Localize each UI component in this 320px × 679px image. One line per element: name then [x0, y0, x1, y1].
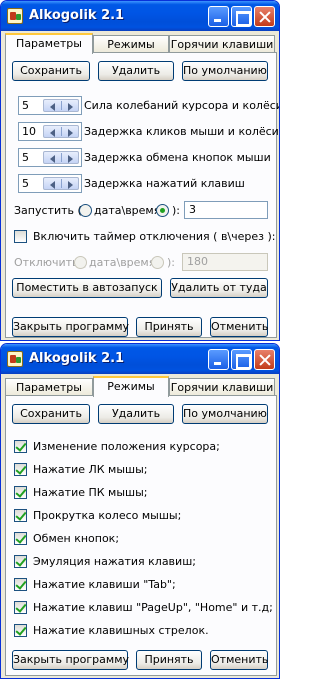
close-program-button[interactable]: Закрыть программу — [12, 317, 129, 337]
mode-label: Прокрутка колесо мышы; — [33, 509, 182, 522]
mode-checkbox-wheel[interactable] — [14, 509, 27, 522]
save-button[interactable]: Сохранить — [12, 404, 90, 424]
apply-button[interactable]: Принять — [136, 650, 202, 670]
spinner-label: Задержка обмена кнопок мыши — [84, 151, 271, 164]
mode-checkbox-cursor[interactable] — [14, 440, 27, 453]
window-title: Alkogolik 2.1 — [29, 351, 125, 366]
launch-after-radio[interactable] — [156, 204, 169, 217]
mode-label: Нажатие ПК мышы; — [33, 486, 148, 499]
arrow-right-icon[interactable] — [68, 181, 73, 189]
launch-datetime-label: дата\время — [94, 204, 161, 217]
launch-label: Запустить ( — [14, 204, 82, 217]
close-button[interactable] — [254, 6, 275, 27]
delete-button[interactable]: Удалить — [98, 61, 174, 81]
arrow-right-icon[interactable] — [68, 129, 73, 137]
default-button[interactable]: По умолчанию — [182, 404, 268, 424]
timer-label: Включить таймер отключения ( в\через ): — [33, 230, 276, 243]
arrow-right-icon[interactable] — [68, 155, 73, 163]
autostart-add-button[interactable]: Поместить в автозапуск — [12, 278, 162, 298]
mode-label: Нажатие ЛК мышы; — [33, 463, 148, 476]
parameters-panel: Сохранить Удалить По умолчанию 5 Сила ко… — [5, 52, 280, 338]
mode-checkbox-key-emulation[interactable] — [14, 555, 27, 568]
mode-checkbox-arrows[interactable] — [14, 624, 27, 637]
mode-label: Эмуляция нажатия клавиш; — [33, 555, 196, 568]
arrow-left-icon[interactable] — [50, 155, 55, 163]
tab-parameters[interactable]: Параметры — [5, 33, 93, 54]
disable-datetime-radio[interactable] — [74, 256, 87, 269]
main-window-parameters: Alkogolik 2.1 Параметры Режимы Горячии к… — [0, 0, 280, 341]
title-bar[interactable]: Alkogolik 2.1 — [1, 1, 279, 31]
disable-input[interactable]: 180 — [182, 253, 268, 271]
disable-datetime-label: дата\время — [89, 256, 156, 269]
tab-bar: Параметры Режимы Горячии клавиши — [5, 376, 277, 397]
minimize-button[interactable] — [208, 6, 229, 27]
apply-button[interactable]: Принять — [136, 317, 202, 337]
spinner-label: Задержка нажатий клавиш — [84, 177, 245, 190]
delete-button[interactable]: Удалить — [98, 404, 174, 424]
tab-modes[interactable]: Режимы — [93, 376, 169, 397]
mode-label: Нажатие клавиши "Tab"; — [33, 578, 176, 591]
spinner-label: Сила колебаний курсора и колёсика — [84, 99, 280, 112]
default-button[interactable]: По умолчанию — [182, 61, 268, 81]
spinner-cursor-strength[interactable]: 5 — [18, 96, 82, 115]
mode-label: Нажатие клавиш "PageUp", "Home" и т.д; — [33, 601, 273, 614]
window-title: Alkogolik 2.1 — [29, 8, 125, 23]
maximize-button[interactable] — [231, 6, 252, 27]
spinner-click-delay[interactable]: 10 — [18, 122, 82, 141]
arrow-left-icon[interactable] — [50, 103, 55, 111]
spinner-value: 10 — [22, 125, 36, 138]
spinner-arrows[interactable] — [43, 99, 79, 112]
save-button[interactable]: Сохранить — [12, 61, 90, 81]
timer-checkbox[interactable] — [14, 230, 27, 243]
close-program-button[interactable]: Закрыть программу — [12, 650, 129, 670]
arrow-left-icon[interactable] — [50, 129, 55, 137]
spinner-key-delay[interactable]: 5 — [18, 174, 82, 193]
app-icon — [7, 8, 23, 24]
tab-parameters[interactable]: Параметры — [5, 378, 93, 396]
tab-hotkeys[interactable]: Горячии клавиши — [169, 35, 275, 53]
minimize-button[interactable] — [208, 349, 229, 370]
spinner-arrows[interactable] — [43, 125, 79, 138]
autostart-remove-button[interactable]: Удалить от туда — [170, 278, 268, 298]
spinner-swap-delay[interactable]: 5 — [18, 148, 82, 167]
spinner-value: 5 — [22, 177, 29, 190]
arrow-right-icon[interactable] — [68, 103, 73, 111]
spinner-arrows[interactable] — [43, 177, 79, 190]
mode-checkbox-right-click[interactable] — [14, 486, 27, 499]
launch-suffix: ): — [172, 204, 180, 217]
spinner-arrows[interactable] — [43, 151, 79, 164]
mode-label: Обмен кнопок; — [33, 532, 120, 545]
maximize-button[interactable] — [231, 349, 252, 370]
mode-checkbox-swap-buttons[interactable] — [14, 532, 27, 545]
main-window-modes: Alkogolik 2.1 Параметры Режимы Горячии к… — [0, 343, 280, 679]
title-bar[interactable]: Alkogolik 2.1 — [1, 344, 279, 374]
tab-bar: Параметры Режимы Горячии клавиши — [5, 33, 277, 54]
close-button[interactable] — [254, 349, 275, 370]
spinner-value: 5 — [22, 99, 29, 112]
mode-checkbox-pageup-home[interactable] — [14, 601, 27, 614]
tab-hotkeys[interactable]: Горячии клавиши — [169, 378, 275, 396]
cancel-button[interactable]: Отменить — [210, 650, 268, 670]
tab-modes[interactable]: Режимы — [93, 35, 169, 53]
launch-input[interactable]: 3 — [184, 201, 268, 219]
app-icon — [7, 351, 23, 367]
spinner-value: 5 — [22, 151, 29, 164]
mode-label: Изменение положения курсора; — [33, 440, 220, 453]
launch-datetime-radio[interactable] — [79, 204, 92, 217]
disable-suffix: ): — [167, 256, 175, 269]
mode-label: Нажатие клавишных стрелок. — [33, 624, 209, 637]
disable-after-radio[interactable] — [151, 256, 164, 269]
arrow-left-icon[interactable] — [50, 181, 55, 189]
spinner-label: Задержка кликов мыши и колёсика — [84, 125, 280, 138]
modes-panel: Сохранить Удалить По умолчанию Изменение… — [5, 395, 277, 676]
cancel-button[interactable]: Отменить — [210, 317, 268, 337]
mode-checkbox-left-click[interactable] — [14, 463, 27, 476]
mode-checkbox-tab[interactable] — [14, 578, 27, 591]
